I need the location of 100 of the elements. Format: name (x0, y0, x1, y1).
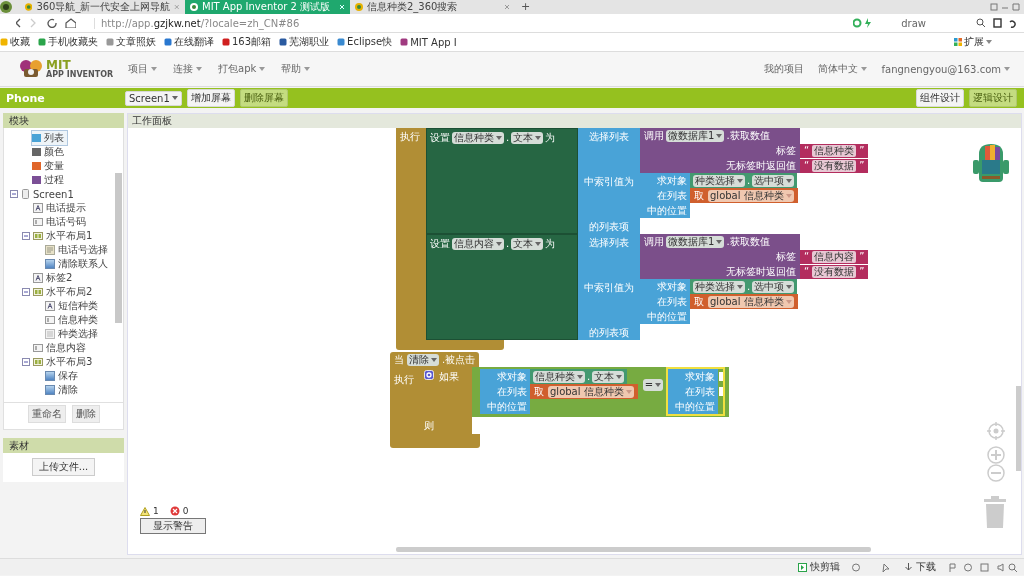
account-menu-item[interactable]: 简体中文 (818, 62, 868, 76)
view-button[interactable]: 逻辑设计 (969, 89, 1017, 107)
bookmark-icon (279, 38, 288, 46)
show-warnings-button[interactable]: 显示警告 (140, 518, 206, 534)
bookmark-link[interactable]: 芜湖职业 (279, 35, 330, 49)
dropdown-field[interactable]: 信息种类 (452, 132, 504, 144)
tree-item[interactable]: 水平布局2 (22, 285, 114, 299)
dropdown-field[interactable]: 清除 (407, 353, 439, 366)
tree-item[interactable]: 种类选择 (34, 327, 114, 341)
collapse-icon[interactable] (22, 232, 30, 240)
address-field[interactable]: http://app.gzjkw.net/?locale=zh_CN#86 (94, 17, 300, 29)
block-label: 的列表项 (588, 220, 630, 234)
dropdown-field[interactable]: 微数据库1 (666, 235, 725, 248)
dropdown-field[interactable]: global 信息种类 (708, 295, 794, 308)
dropdown-field[interactable]: global 信息种类 (548, 385, 634, 398)
tree-item[interactable]: 电话号码 (22, 215, 114, 229)
browser-tab[interactable]: 信息种类2_360搜索 (350, 0, 515, 14)
zoom-out-icon[interactable] (987, 464, 1005, 482)
text-field[interactable]: 信息内容 (812, 251, 857, 263)
tree-item[interactable]: 变量 (32, 159, 114, 173)
tree-item[interactable]: Screen1 (10, 187, 114, 201)
trash-icon[interactable] (983, 496, 1007, 528)
tree-item[interactable]: 信息种类 (34, 313, 114, 327)
status-icons[interactable] (852, 562, 892, 572)
panel-button[interactable]: 重命名 (27, 405, 66, 423)
dropdown-field[interactable]: 文本 (592, 370, 625, 383)
tree-item[interactable]: 列表 (32, 131, 67, 145)
window-controls-icon[interactable] (990, 3, 1020, 11)
block-label: 取 (694, 188, 704, 203)
close-icon[interactable] (504, 4, 510, 10)
block-label: . (747, 173, 751, 188)
block-label: 则 (424, 418, 434, 433)
text-field[interactable]: 没有数据 (812, 160, 857, 172)
bookmark-link[interactable]: 在线翻译 (164, 35, 214, 49)
dropdown-field[interactable]: 微数据库1 (666, 129, 725, 142)
navigation-icons[interactable] (16, 18, 76, 28)
dropdown-field[interactable]: 文本 (511, 238, 544, 250)
text-field[interactable]: 没有数据 (812, 266, 857, 278)
text-field[interactable]: 信息种类 (812, 145, 857, 157)
dropdown-field[interactable]: 种类选择 (693, 174, 745, 187)
collapse-icon[interactable] (22, 288, 30, 296)
site-icon (190, 3, 198, 11)
caret-icon (577, 374, 583, 379)
dropdown-field[interactable]: 种类选择 (693, 280, 745, 293)
bookmark-link[interactable]: 文章照妖 (106, 35, 156, 49)
toolbar-button[interactable]: 增加屏幕 (186, 89, 235, 107)
label-icon (45, 301, 55, 311)
account-menu-item[interactable]: 我的项目 (764, 62, 805, 76)
menu-item[interactable]: 连接 (173, 62, 202, 76)
bookmark-link[interactable]: 收藏 (0, 35, 30, 49)
menu-item[interactable]: 帮助 (281, 62, 311, 76)
scrollbar[interactable] (1016, 386, 1021, 471)
extensions-button[interactable]: 扩展 (954, 35, 992, 49)
tree-item[interactable]: 标签2 (22, 271, 114, 285)
dropdown-field[interactable]: 文本 (511, 132, 544, 144)
panel-button[interactable]: 删除 (71, 405, 100, 423)
center-icon[interactable] (987, 422, 1005, 440)
status-item[interactable]: 下载 (904, 560, 936, 574)
new-tab-button[interactable]: + (515, 0, 537, 14)
dropdown-field[interactable]: 选中项 (752, 174, 795, 187)
collapse-icon[interactable] (22, 358, 30, 366)
zoom-in-icon[interactable] (987, 446, 1005, 464)
scrollbar[interactable] (115, 173, 122, 323)
scrollbar[interactable] (396, 547, 871, 552)
tree-item[interactable]: 水平布局3 (22, 355, 114, 369)
tree-item[interactable]: 过程 (32, 173, 114, 187)
dropdown-field[interactable]: 信息内容 (452, 238, 504, 250)
block-label: 选择列表 (588, 130, 630, 144)
block-label: 执行 (394, 374, 414, 385)
tree-item[interactable]: 信息内容 (22, 341, 114, 355)
tree-item[interactable]: 电话提示 (22, 201, 114, 215)
dropdown-field[interactable]: 选中项 (752, 280, 795, 293)
dropdown-field[interactable]: global 信息种类 (708, 189, 794, 202)
gear-icon[interactable] (424, 370, 434, 380)
dropdown-field[interactable]: 信息种类 (533, 370, 585, 383)
menu-item[interactable]: 项目 (128, 62, 157, 76)
app-logo[interactable]: MIT APP INVENTOR (18, 59, 128, 79)
status-icons[interactable] (948, 562, 1018, 572)
tree-item[interactable]: 水平布局1 (22, 229, 114, 243)
browser-tab[interactable]: 360导航_新一代安全上网导航 (20, 0, 185, 14)
tree-item[interactable]: 短信种类 (34, 299, 114, 313)
dropdown-field[interactable]: = (642, 379, 664, 391)
bookmark-link[interactable]: 163邮箱 (222, 35, 272, 49)
tree-item[interactable]: 电话号选择 (34, 243, 114, 257)
project-title: Phone (5, 91, 46, 105)
screen-dropdown[interactable]: Screen1 (125, 90, 182, 106)
tree-item[interactable]: 清除联系人 (34, 257, 114, 271)
tree-item[interactable]: 颜色 (32, 145, 114, 159)
close-icon[interactable] (174, 4, 180, 10)
tree-item[interactable]: 保存 (34, 369, 114, 383)
bookmark-link[interactable]: 手机收藏夹 (38, 35, 98, 49)
upload-button[interactable]: 上传文件... (31, 458, 96, 476)
account-menu-item[interactable]: fangnengyou@163.com (881, 63, 1010, 75)
tree-item[interactable]: 清除 (34, 383, 114, 397)
bookmark-link[interactable]: MIT App I (400, 36, 457, 48)
menu-item[interactable]: 打包apk (218, 62, 266, 76)
status-item[interactable]: 快剪辑 (798, 560, 840, 574)
bookmark-link[interactable]: Eclipse快 (337, 35, 393, 49)
view-button[interactable]: 组件设计 (916, 89, 964, 107)
collapse-icon[interactable] (10, 190, 18, 198)
